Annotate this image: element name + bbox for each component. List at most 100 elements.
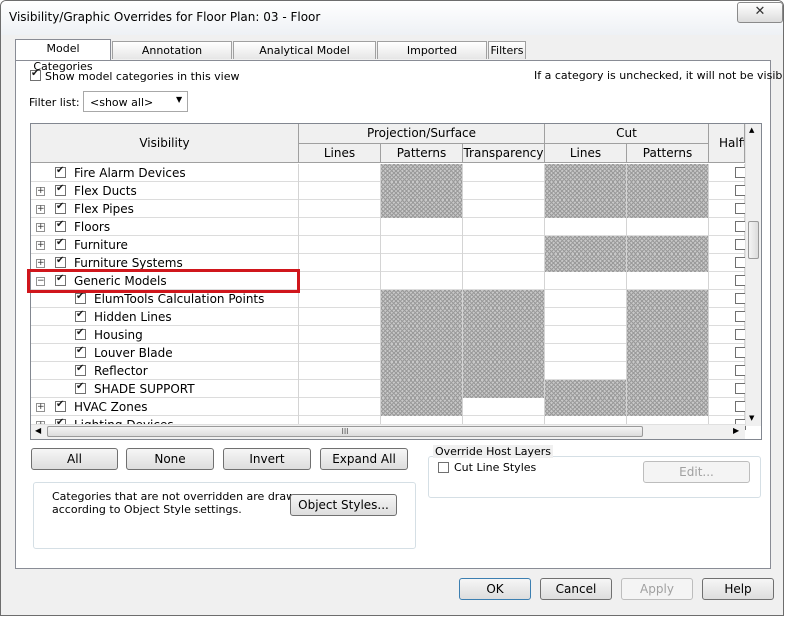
apply-button[interactable]: Apply (621, 578, 693, 600)
table-row[interactable]: Louver Blade (31, 344, 746, 362)
header-projection-lines[interactable]: Lines (299, 144, 381, 163)
horizontal-scroll-thumb[interactable]: III (47, 426, 643, 437)
override-cell[interactable] (463, 290, 545, 308)
table-row[interactable]: + HVAC Zones (31, 398, 746, 416)
category-cell[interactable]: + Flex Ducts (31, 182, 299, 200)
category-visibility-checkbox[interactable] (55, 255, 66, 268)
override-cell[interactable] (299, 308, 381, 326)
override-cell[interactable] (545, 380, 627, 398)
override-cell[interactable] (627, 380, 709, 398)
category-visibility-checkbox[interactable] (75, 381, 86, 394)
override-cell[interactable] (299, 326, 381, 344)
override-cell[interactable] (463, 326, 545, 344)
table-row[interactable]: + Furniture (31, 236, 746, 254)
table-row[interactable]: + Flex Pipes (31, 200, 746, 218)
category-visibility-checkbox[interactable] (55, 165, 66, 178)
all-button[interactable]: All (31, 448, 118, 470)
override-cell[interactable] (381, 272, 463, 290)
override-cell[interactable] (545, 236, 627, 254)
tab-filters[interactable]: Filters (488, 41, 526, 59)
category-visibility-checkbox[interactable] (55, 237, 66, 250)
category-cell[interactable]: Fire Alarm Devices (31, 164, 299, 182)
override-cell[interactable] (545, 254, 627, 272)
scroll-right-icon[interactable]: ▶ (733, 426, 739, 435)
override-cell[interactable] (381, 254, 463, 272)
override-cell[interactable] (381, 182, 463, 200)
override-cell[interactable] (545, 200, 627, 218)
ok-button[interactable]: OK (459, 578, 531, 600)
override-cell[interactable] (627, 200, 709, 218)
category-cell[interactable]: + Flex Pipes (31, 200, 299, 218)
table-row[interactable]: Hidden Lines (31, 308, 746, 326)
category-visibility-checkbox[interactable] (55, 183, 66, 196)
override-cell[interactable] (463, 380, 545, 398)
override-cell[interactable] (627, 326, 709, 344)
category-visibility-checkbox[interactable] (55, 201, 66, 214)
category-cell[interactable]: Hidden Lines (31, 308, 299, 326)
override-cell[interactable] (299, 182, 381, 200)
override-cell[interactable] (299, 254, 381, 272)
grid-horizontal-scrollbar[interactable]: ◀ III ▶ (31, 424, 745, 439)
override-cell[interactable] (463, 398, 545, 416)
override-cell[interactable] (299, 380, 381, 398)
category-visibility-checkbox[interactable] (75, 291, 86, 304)
category-cell[interactable]: Reflector (31, 362, 299, 380)
override-cell[interactable] (463, 362, 545, 380)
override-cell[interactable] (381, 164, 463, 182)
override-cell[interactable] (463, 254, 545, 272)
header-cut-lines[interactable]: Lines (545, 144, 627, 163)
override-cell[interactable] (545, 290, 627, 308)
grid-vertical-scrollbar[interactable]: ▲ ▼ (745, 124, 761, 426)
title-bar[interactable]: Visibility/Graphic Overrides for Floor P… (1, 1, 783, 35)
category-visibility-checkbox[interactable] (75, 327, 86, 340)
override-cell[interactable] (299, 272, 381, 290)
expand-icon[interactable]: + (36, 187, 45, 196)
category-visibility-checkbox[interactable] (75, 309, 86, 322)
object-styles-button[interactable]: Object Styles... (290, 494, 397, 516)
override-cell[interactable] (627, 362, 709, 380)
vertical-scroll-thumb[interactable] (748, 221, 759, 259)
expand-icon[interactable]: + (36, 241, 45, 250)
tab-annotation-categories[interactable]: Annotation Categories (112, 41, 232, 75)
expand-icon[interactable]: + (36, 259, 45, 268)
category-visibility-checkbox[interactable] (55, 219, 66, 232)
expand-all-button[interactable]: Expand All (320, 448, 408, 470)
tab-model-categories[interactable]: Model Categories (15, 39, 111, 73)
override-cell[interactable] (381, 326, 463, 344)
override-cell[interactable] (463, 236, 545, 254)
override-cell[interactable] (463, 344, 545, 362)
help-button[interactable]: Help (702, 578, 774, 600)
cancel-button[interactable]: Cancel (540, 578, 612, 600)
category-cell[interactable]: Housing (31, 326, 299, 344)
none-button[interactable]: None (126, 448, 214, 470)
override-cell[interactable] (381, 236, 463, 254)
override-cell[interactable] (545, 344, 627, 362)
override-cell[interactable] (381, 380, 463, 398)
override-cell[interactable] (299, 290, 381, 308)
filter-list-dropdown[interactable]: <show all> ▼ (83, 91, 188, 112)
expand-icon[interactable]: + (36, 205, 45, 214)
override-cell[interactable] (627, 236, 709, 254)
override-cell[interactable] (299, 344, 381, 362)
scroll-up-icon[interactable]: ▲ (749, 126, 754, 134)
override-cell[interactable] (381, 362, 463, 380)
category-visibility-checkbox[interactable] (55, 399, 66, 412)
invert-button[interactable]: Invert (223, 448, 311, 470)
close-button[interactable]: ✕ (737, 2, 783, 23)
table-row[interactable]: Reflector (31, 362, 746, 380)
expand-icon[interactable]: + (36, 403, 45, 412)
override-cell[interactable] (381, 200, 463, 218)
override-cell[interactable] (627, 344, 709, 362)
category-cell[interactable]: + Floors (31, 218, 299, 236)
header-projection-patterns[interactable]: Patterns (381, 144, 463, 163)
override-cell[interactable] (627, 272, 709, 290)
table-row[interactable]: Housing (31, 326, 746, 344)
override-cell[interactable] (627, 182, 709, 200)
table-row[interactable]: SHADE SUPPORT (31, 380, 746, 398)
override-cell[interactable] (381, 344, 463, 362)
override-cell[interactable] (463, 182, 545, 200)
override-cell[interactable] (463, 164, 545, 182)
override-cell[interactable] (463, 218, 545, 236)
override-cell[interactable] (545, 218, 627, 236)
override-cell[interactable] (299, 164, 381, 182)
